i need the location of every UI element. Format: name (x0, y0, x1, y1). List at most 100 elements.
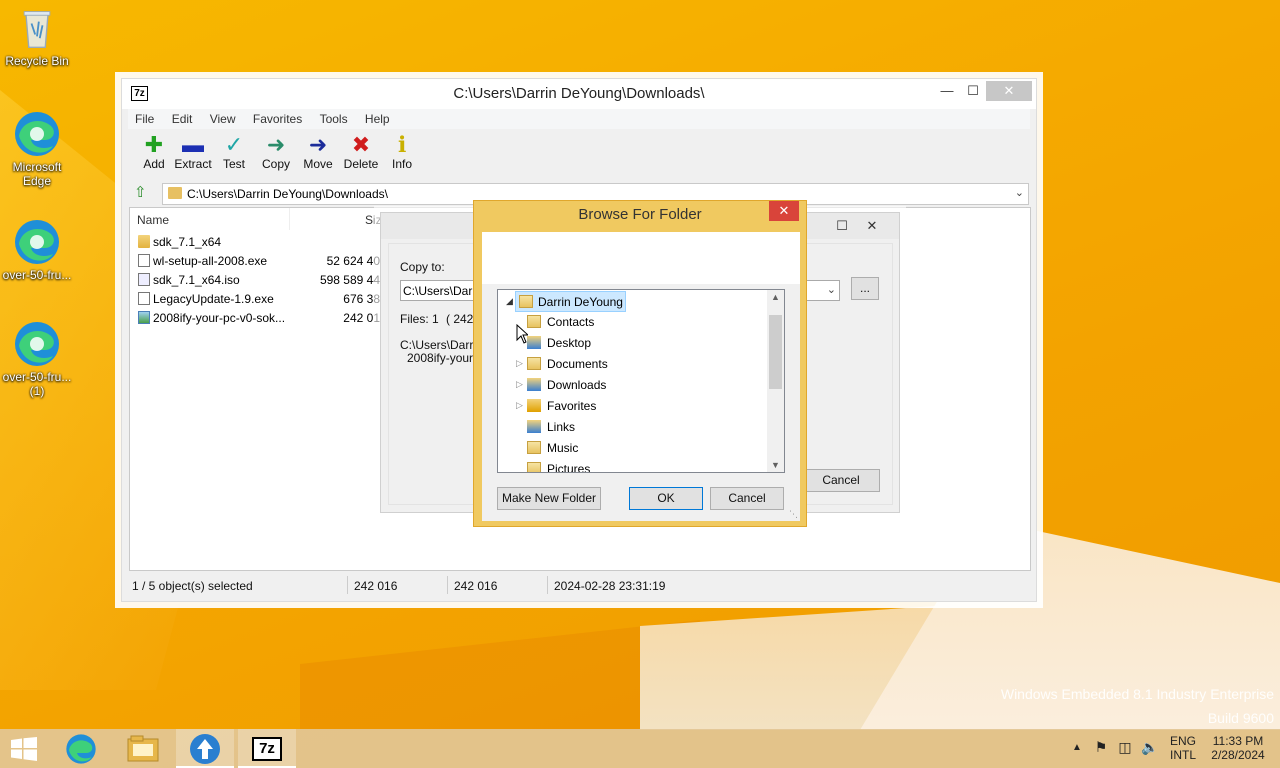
wallpaper-shape (300, 620, 700, 730)
clock[interactable]: 11:33 PM 2/28/2024 (1205, 734, 1271, 762)
desktop-icon-edge-shortcut[interactable]: over-50-fru... (0, 218, 74, 282)
test-button[interactable]: ✓ Test (219, 133, 249, 172)
tree-item-label: Downloads (547, 378, 607, 392)
wallpaper-shape (640, 600, 1280, 730)
menu-file[interactable]: File (128, 109, 161, 126)
maximize-button[interactable]: ☐ (827, 216, 857, 236)
scrollbar-thumb[interactable] (769, 315, 782, 389)
menu-bar: File Edit View Favorites Tools Help (128, 109, 1030, 129)
cancel-button[interactable]: Cancel (710, 487, 784, 510)
show-hidden-icons-chevron-icon[interactable]: ▲ (1070, 741, 1084, 755)
desktop-icon-edge-shortcut-1[interactable]: over-50-fru... (1) (0, 320, 74, 398)
file-row[interactable]: 2008ify-your-pc-v0-sok... 242 01 (130, 309, 380, 328)
menu-edit[interactable]: Edit (165, 109, 200, 126)
start-button[interactable] (0, 729, 50, 768)
collapsed-arrow-icon[interactable]: ▷ (516, 358, 523, 369)
add-button[interactable]: ✚ Add (138, 133, 170, 172)
tree-item-label: Darrin DeYoung (538, 295, 623, 309)
close-button[interactable]: ✕ (857, 216, 887, 236)
file-row[interactable]: sdk_7.1_x64 (130, 233, 380, 252)
up-folder-icon[interactable]: ⇧ (134, 185, 150, 201)
scroll-down-icon[interactable]: ▼ (767, 460, 784, 470)
arrow-right-icon: ➜ (266, 132, 286, 157)
taskbar-legacy-update[interactable] (176, 729, 234, 768)
toolbar-label: Info (391, 157, 412, 171)
pictures-folder-icon (527, 462, 541, 472)
cancel-button[interactable]: Cancel (802, 469, 880, 492)
tree-item-pictures[interactable]: Pictures (516, 459, 676, 472)
file-row[interactable]: LegacyUpdate-1.9.exe 676 38 (130, 290, 380, 309)
collapsed-arrow-icon[interactable]: ▷ (516, 400, 523, 411)
column-header-name[interactable]: Name (130, 208, 290, 230)
edge-icon (15, 322, 59, 366)
input-language-indicator[interactable]: ENG INTL (1166, 734, 1200, 762)
expanded-arrow-icon[interactable]: ◢ (506, 296, 513, 307)
desktop-icon-label: over-50-fru... (2, 268, 72, 282)
extract-button[interactable]: ▬ Extract (174, 133, 212, 172)
language-code: ENG (1169, 734, 1196, 748)
tree-item-downloads[interactable]: ▷ Downloads (516, 375, 676, 396)
status-divider (347, 576, 348, 594)
tree-item-desktop[interactable]: Desktop (516, 333, 676, 354)
info-button[interactable]: ℹ Info (390, 133, 414, 172)
close-button[interactable]: ✕ (986, 81, 1032, 101)
tree-item-contacts[interactable]: Contacts (516, 312, 676, 333)
status-modified: 2024-02-28 23:31:19 (554, 579, 666, 593)
status-divider (447, 576, 448, 594)
scroll-up-icon[interactable]: ▲ (767, 292, 784, 302)
browse-button[interactable]: ... (851, 277, 879, 300)
address-text: C:\Users\Darrin DeYoung\Downloads\ (187, 187, 388, 201)
tree-item-links[interactable]: Links (516, 417, 676, 438)
close-button[interactable]: ✕ (769, 201, 799, 221)
chevron-down-icon[interactable]: ⌄ (827, 283, 836, 296)
menu-help[interactable]: Help (358, 109, 397, 126)
tree-item-favorites[interactable]: ▷ Favorites (516, 396, 676, 417)
menu-tools[interactable]: Tools (313, 109, 355, 126)
status-packed: 242 016 (454, 579, 498, 593)
folder-tree[interactable]: ◢ Darrin DeYoung Contacts Desktop ▷ Docu… (497, 289, 785, 473)
title-bar[interactable]: 7z C:\Users\Darrin DeYoung\Downloads\ — … (122, 79, 1036, 109)
move-button[interactable]: ➜ Move (301, 133, 335, 172)
make-new-folder-button[interactable]: Make New Folder (497, 487, 601, 510)
taskbar-edge[interactable] (52, 729, 110, 768)
ok-button[interactable]: OK (629, 487, 703, 510)
tree-item-documents[interactable]: ▷ Documents (516, 354, 676, 375)
status-bar: 1 / 5 object(s) selected 242 016 242 016… (129, 574, 1031, 596)
volume-icon[interactable]: 🔈 (1141, 740, 1158, 754)
downloads-folder-icon (527, 378, 541, 391)
desktop-icon-edge[interactable]: Microsoft Edge (0, 110, 74, 188)
tree-item-label: Favorites (547, 399, 597, 413)
edge-icon (15, 112, 59, 156)
file-size: 242 01 (343, 311, 380, 325)
taskbar-7zip[interactable]: 7z (238, 729, 296, 768)
tree-scrollbar[interactable]: ▲ ▼ (767, 290, 784, 472)
collapsed-arrow-icon[interactable]: ▷ (516, 379, 523, 390)
delete-button[interactable]: ✖ Delete (342, 132, 380, 172)
action-center-flag-icon[interactable]: ⚑ (1093, 740, 1109, 754)
maximize-button[interactable]: ☐ (958, 81, 988, 101)
chevron-down-icon[interactable]: ⌄ (1015, 186, 1024, 199)
network-icon[interactable]: ◫ (1117, 740, 1133, 754)
file-size: 598 589 44 (319, 273, 380, 287)
source-path-line: C:\Users\Darrin (400, 338, 483, 352)
contacts-folder-icon (527, 315, 541, 328)
desktop-icon-recycle-bin[interactable]: Recycle Bin (0, 6, 74, 68)
tree-item-label: Desktop (547, 336, 592, 350)
file-row[interactable]: wl-setup-all-2008.exe 52 624 40 (130, 252, 380, 271)
music-folder-icon (527, 441, 541, 454)
desktop-folder-icon (527, 336, 541, 349)
taskbar-file-explorer[interactable] (114, 729, 172, 768)
resize-grip-icon[interactable]: ⋱ (789, 509, 798, 520)
links-folder-icon (527, 420, 541, 433)
os-build-watermark: Build 9600 (1207, 710, 1274, 726)
x-icon: ✖ (351, 132, 371, 157)
file-row[interactable]: sdk_7.1_x64.iso 598 589 44 (130, 271, 380, 290)
menu-favorites[interactable]: Favorites (246, 109, 309, 126)
toolbar-label: Copy (261, 157, 290, 171)
edge-icon (66, 734, 96, 764)
menu-view[interactable]: View (203, 109, 243, 126)
folder-icon (168, 187, 182, 199)
tree-item-darrin-deyoung[interactable]: ◢ Darrin DeYoung (506, 291, 626, 312)
tree-item-music[interactable]: Music (516, 438, 676, 459)
copy-button[interactable]: ➜ Copy (260, 132, 292, 172)
